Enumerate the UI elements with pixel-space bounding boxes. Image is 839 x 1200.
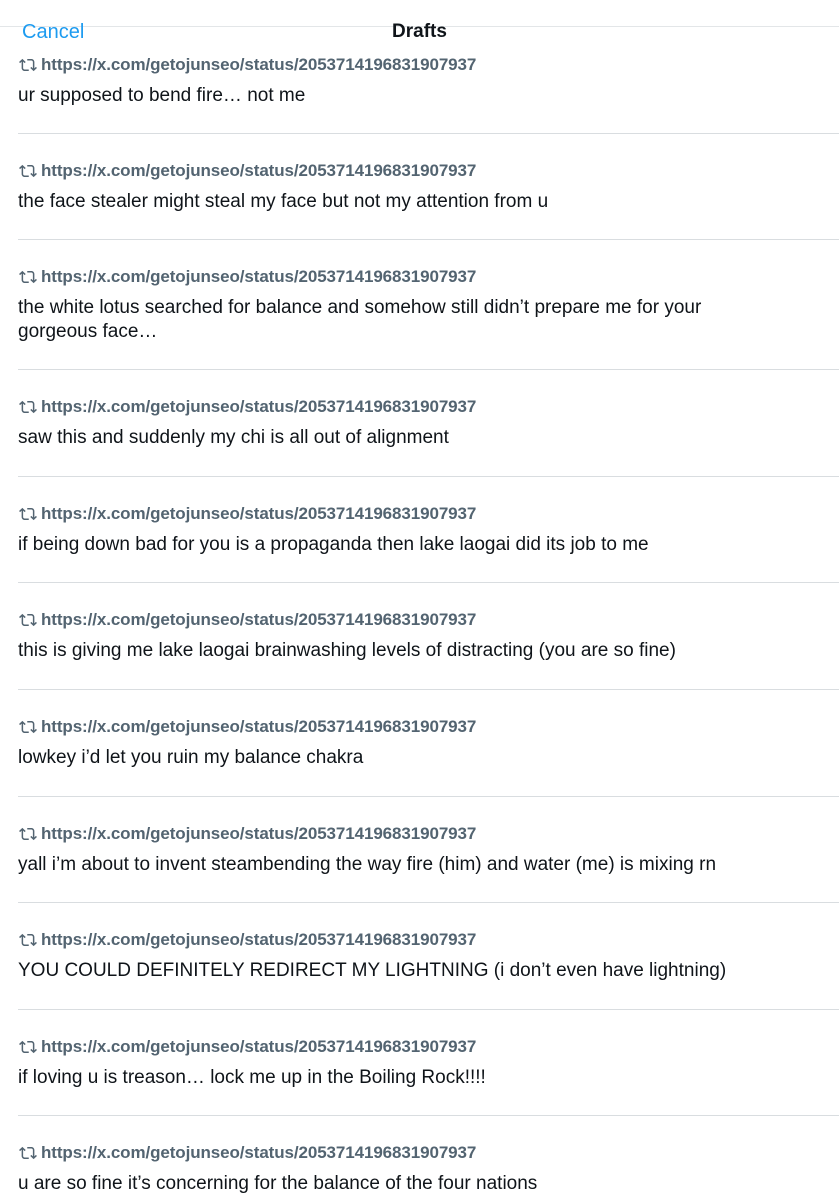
- quoted-link-row: https://x.com/getojunseo/status/20537141…: [18, 716, 476, 738]
- drafts-screen: https://x.com/getojunseo/status/20537141…: [0, 0, 839, 1200]
- retweet-icon: [19, 1146, 37, 1160]
- quoted-link-row: https://x.com/getojunseo/status/20537141…: [18, 160, 476, 182]
- quoted-link-row: https://x.com/getojunseo/status/20537141…: [18, 1036, 476, 1058]
- draft-item[interactable]: https://x.com/getojunseo/status/20537141…: [0, 583, 839, 690]
- header-bar: Cancel Drafts: [0, 0, 839, 50]
- draft-text: YOU COULD DEFINITELY REDIRECT MY LIGHTNI…: [18, 960, 727, 981]
- draft-item[interactable]: https://x.com/getojunseo/status/20537141…: [0, 1116, 839, 1200]
- quoted-tweet-url: https://x.com/getojunseo/status/20537141…: [41, 1037, 477, 1056]
- draft-text: lowkey i’d let you ruin my balance chakr…: [18, 747, 364, 768]
- draft-text: ur supposed to bend fire… not me: [18, 85, 306, 106]
- draft-item[interactable]: https://x.com/getojunseo/status/20537141…: [0, 797, 839, 903]
- quoted-tweet-url: https://x.com/getojunseo/status/20537141…: [41, 1143, 477, 1162]
- quoted-tweet-url: https://x.com/getojunseo/status/20537141…: [41, 504, 477, 523]
- quoted-link-row: https://x.com/getojunseo/status/20537141…: [18, 503, 476, 525]
- draft-item[interactable]: https://x.com/getojunseo/status/20537141…: [0, 240, 839, 370]
- retweet-icon: [19, 613, 37, 627]
- draft-item[interactable]: https://x.com/getojunseo/status/20537141…: [0, 477, 839, 583]
- draft-text: saw this and suddenly my chi is all out …: [18, 427, 449, 448]
- draft-item[interactable]: https://x.com/getojunseo/status/20537141…: [0, 134, 839, 240]
- retweet-icon: [19, 933, 37, 947]
- quoted-link-row: https://x.com/getojunseo/status/20537141…: [18, 609, 476, 631]
- draft-text: this is giving me lake laogai brainwashi…: [18, 640, 676, 661]
- quoted-tweet-url: https://x.com/getojunseo/status/20537141…: [41, 55, 477, 74]
- quoted-tweet-url: https://x.com/getojunseo/status/20537141…: [41, 610, 477, 629]
- quoted-tweet-url: https://x.com/getojunseo/status/20537141…: [41, 717, 477, 736]
- draft-item[interactable]: https://x.com/getojunseo/status/20537141…: [0, 690, 839, 797]
- quoted-link-row: https://x.com/getojunseo/status/20537141…: [18, 823, 476, 845]
- quoted-tweet-url: https://x.com/getojunseo/status/20537141…: [41, 397, 477, 416]
- retweet-icon: [19, 1040, 37, 1054]
- quoted-link-row: https://x.com/getojunseo/status/20537141…: [18, 54, 476, 76]
- draft-text: u are so fine it’s concerning for the ba…: [18, 1173, 538, 1194]
- quoted-link-row: https://x.com/getojunseo/status/20537141…: [18, 266, 476, 288]
- retweet-icon: [19, 58, 37, 72]
- draft-item[interactable]: https://x.com/getojunseo/status/20537141…: [0, 1010, 839, 1116]
- retweet-icon: [19, 720, 37, 734]
- quoted-tweet-url: https://x.com/getojunseo/status/20537141…: [41, 930, 477, 949]
- draft-item[interactable]: https://x.com/getojunseo/status/20537141…: [0, 370, 839, 477]
- draft-item[interactable]: https://x.com/getojunseo/status/20537141…: [0, 903, 839, 1010]
- draft-text: the face stealer might steal my face but…: [18, 191, 549, 212]
- quoted-tweet-url: https://x.com/getojunseo/status/20537141…: [41, 267, 477, 286]
- page-title: Drafts: [392, 21, 447, 42]
- draft-text: yall i’m about to invent steambending th…: [18, 854, 717, 875]
- quoted-tweet-url: https://x.com/getojunseo/status/20537141…: [41, 824, 477, 843]
- retweet-icon: [19, 400, 37, 414]
- quoted-link-row: https://x.com/getojunseo/status/20537141…: [18, 929, 476, 951]
- quoted-link-row: https://x.com/getojunseo/status/20537141…: [18, 1142, 476, 1164]
- draft-text: if being down bad for you is a propagand…: [18, 534, 649, 555]
- quoted-tweet-url: https://x.com/getojunseo/status/20537141…: [41, 161, 477, 180]
- retweet-icon: [19, 827, 37, 841]
- draft-text: if loving u is treason… lock me up in th…: [18, 1067, 486, 1088]
- draft-text: the white lotus searched for balance and…: [18, 297, 702, 342]
- retweet-icon: [19, 507, 37, 521]
- quoted-link-row: https://x.com/getojunseo/status/20537141…: [18, 396, 476, 418]
- retweet-icon: [19, 270, 37, 284]
- retweet-icon: [19, 164, 37, 178]
